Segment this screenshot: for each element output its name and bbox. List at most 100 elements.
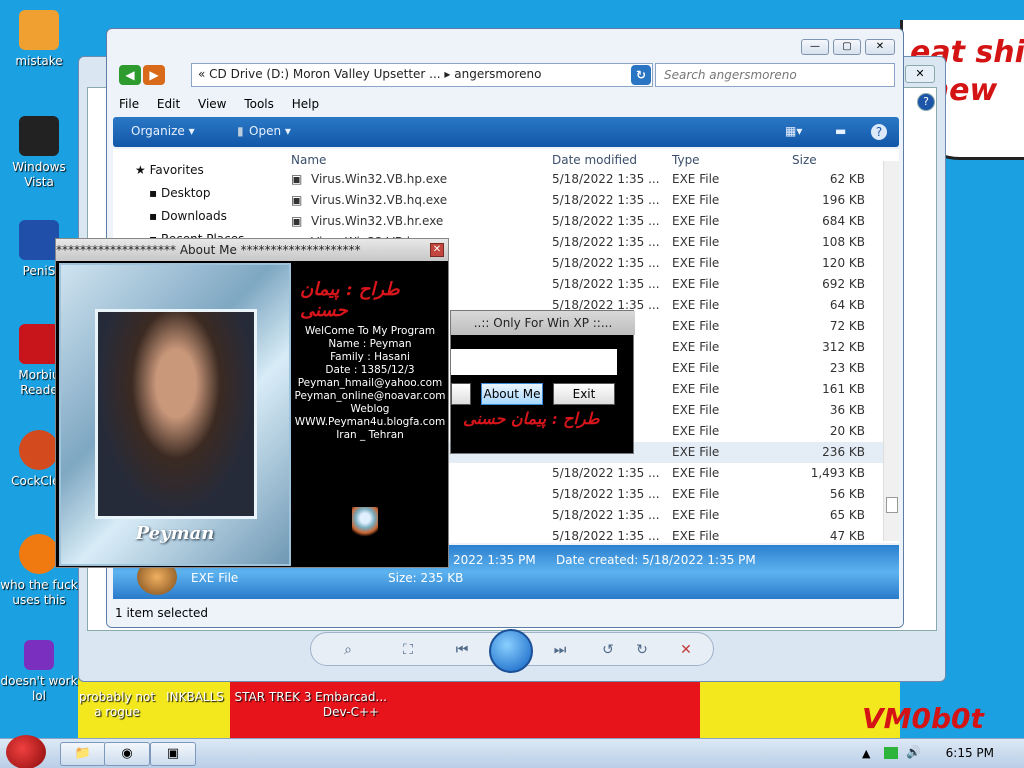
close-icon[interactable]: ✕ bbox=[430, 243, 444, 257]
row-date: 5/18/2022 1:35 ... bbox=[552, 235, 660, 249]
address-bar-row: ◀ ▶ « CD Drive (D:) Moron Valley Upsette… bbox=[119, 63, 895, 87]
table-row[interactable]: ▣ Virus.Win32.VB.hp.exe 5/18/2022 1:35 ...… bbox=[285, 169, 883, 190]
row-type: EXE File bbox=[672, 361, 720, 375]
tray-battery-icon[interactable] bbox=[884, 747, 898, 759]
desktop-icon-mistake[interactable]: mistake bbox=[0, 10, 78, 69]
info-line: Date : 1385/12/3 bbox=[325, 364, 415, 376]
profile-photo bbox=[95, 309, 257, 519]
row-type: EXE File bbox=[672, 193, 720, 207]
menu-view[interactable]: View bbox=[198, 97, 226, 111]
desktop-icon-dev-cpp[interactable]: Embarcad... Dev-C++ bbox=[312, 690, 390, 720]
column-size[interactable]: Size bbox=[792, 153, 817, 167]
details-size: Size: 235 KB bbox=[388, 571, 464, 585]
taskbar-window-icon[interactable]: ▣ bbox=[150, 742, 196, 766]
address-input[interactable]: « CD Drive (D:) Moron Valley Upsetter ..… bbox=[191, 63, 653, 87]
exit-button[interactable]: Exit bbox=[553, 383, 615, 405]
table-row[interactable]: ▣ Virus.Win32.VB.hr.exe 5/18/2022 1:35 ...… bbox=[285, 211, 883, 232]
actual-size-icon[interactable]: ⛶ bbox=[397, 640, 419, 660]
about-me-button[interactable]: About Me bbox=[481, 383, 543, 405]
open-button[interactable]: ▮ bbox=[237, 124, 244, 138]
menu-bar: File Edit View Tools Help bbox=[107, 95, 903, 117]
rotate-left-icon[interactable]: ↺ bbox=[597, 640, 619, 660]
back-arrow-icon[interactable]: ◀ bbox=[119, 65, 141, 85]
menu-edit[interactable]: Edit bbox=[157, 97, 180, 111]
help-icon[interactable]: ? bbox=[871, 124, 887, 140]
start-button[interactable] bbox=[6, 735, 46, 768]
nav-favorites[interactable]: ★ Favorites bbox=[135, 163, 204, 177]
desktop-icon-windows-vista[interactable]: Windows Vista bbox=[0, 116, 78, 190]
row-size: 65 KB bbox=[829, 508, 865, 522]
trash-bin-icon bbox=[19, 116, 59, 156]
organize-button[interactable]: Organize ▾ bbox=[131, 124, 195, 138]
row-date: 5/18/2022 1:35 ... bbox=[552, 487, 660, 501]
nav-desktop[interactable]: ▪ Desktop bbox=[149, 186, 210, 200]
maximize-button[interactable]: ▢ bbox=[833, 39, 861, 55]
info-line: WelCome To My Program bbox=[304, 325, 436, 337]
scrollbar-thumb[interactable] bbox=[886, 497, 898, 513]
row-date: 5/18/2022 1:35 ... bbox=[552, 508, 660, 522]
clock[interactable]: 6:15 PM bbox=[946, 746, 994, 760]
views-icon[interactable]: ▦▾ bbox=[785, 124, 802, 138]
menu-help[interactable]: Help bbox=[292, 97, 319, 111]
row-size: 47 KB bbox=[829, 529, 865, 543]
table-row[interactable]: ▣ Virus.Win32.VB.hq.exe 5/18/2022 1:35 ...… bbox=[285, 190, 883, 211]
row-date: 5/18/2022 1:35 ... bbox=[552, 172, 660, 186]
row-type: EXE File bbox=[672, 445, 720, 459]
forward-arrow-icon[interactable]: ▶ bbox=[143, 65, 165, 85]
row-size: 120 KB bbox=[822, 256, 865, 270]
row-type: EXE File bbox=[672, 235, 720, 249]
row-type: EXE File bbox=[672, 298, 720, 312]
refresh-icon[interactable]: ↻ bbox=[631, 65, 651, 85]
zoom-icon[interactable]: ⌕ bbox=[337, 640, 359, 660]
slideshow-button[interactable] bbox=[489, 629, 533, 673]
desktop-icon-inkballs[interactable]: INKBALLS bbox=[156, 690, 234, 705]
photoshop-icon bbox=[19, 220, 59, 260]
menu-file[interactable]: File bbox=[119, 97, 139, 111]
next-icon[interactable]: ⏭ bbox=[549, 640, 571, 660]
row-size: 236 KB bbox=[822, 445, 865, 459]
row-size: 36 KB bbox=[829, 403, 865, 417]
help-icon[interactable]: ? bbox=[917, 93, 935, 111]
search-input[interactable]: Search angersmoreno bbox=[655, 63, 895, 87]
preview-pane-icon[interactable]: ▬ bbox=[835, 124, 846, 138]
tray-volume-icon[interactable]: 🔊 bbox=[906, 745, 921, 759]
row-size: 684 KB bbox=[822, 214, 865, 228]
row-type: EXE File bbox=[672, 340, 720, 354]
delete-icon[interactable]: ✕ bbox=[675, 640, 697, 660]
desktop-icon-star-trek-3[interactable]: STAR TREK 3 bbox=[234, 690, 312, 705]
tray-show-hidden-icon[interactable]: ▲ bbox=[862, 747, 870, 760]
vertical-scrollbar[interactable] bbox=[883, 161, 899, 541]
column-name[interactable]: Name bbox=[291, 153, 326, 167]
close-button[interactable]: ✕ bbox=[865, 39, 895, 55]
taskbar-chrome-icon[interactable]: ◉ bbox=[104, 742, 150, 766]
row-date: 5/18/2022 1:35 ... bbox=[552, 466, 660, 480]
minimize-button[interactable]: — bbox=[801, 39, 829, 55]
xp-text-field[interactable] bbox=[451, 349, 617, 375]
open-button-label[interactable]: Open ▾ bbox=[249, 124, 291, 138]
row-file-icon: ▣ bbox=[291, 193, 303, 207]
row-date: 5/18/2022 1:35 ... bbox=[552, 277, 660, 291]
about-me-window: ******************** About Me **********… bbox=[55, 238, 449, 568]
info-line: Name : Peyman bbox=[328, 338, 412, 350]
row-type: EXE File bbox=[672, 319, 720, 333]
info-line: Iran _ Tehran bbox=[336, 429, 404, 441]
rotate-right-icon[interactable]: ↻ bbox=[631, 640, 653, 660]
row-type: EXE File bbox=[672, 256, 720, 270]
menu-tools[interactable]: Tools bbox=[244, 97, 274, 111]
xp-hidden-button[interactable] bbox=[451, 383, 471, 405]
about-signature: طراح : پیمان حسنی bbox=[300, 279, 400, 321]
desktop-icon-probably-not-a-rogue[interactable]: probably not a rogue bbox=[78, 690, 156, 720]
column-type[interactable]: Type bbox=[672, 153, 700, 167]
taskbar-explorer-icon[interactable]: 📁 bbox=[60, 742, 106, 766]
about-info: WelCome To My Program Name : Peyman Fami… bbox=[292, 325, 448, 442]
column-date-modified[interactable]: Date modified bbox=[552, 153, 637, 167]
row-size: 312 KB bbox=[822, 340, 865, 354]
viewer-close-button[interactable]: ✕ bbox=[905, 65, 935, 83]
row-size: 64 KB bbox=[829, 298, 865, 312]
row-name: Virus.Win32.VB.hq.exe bbox=[311, 193, 448, 207]
nav-downloads[interactable]: ▪ Downloads bbox=[149, 209, 227, 223]
previous-icon[interactable]: ⏮ bbox=[451, 640, 473, 660]
ccleaner-icon bbox=[19, 430, 59, 470]
row-size: 72 KB bbox=[829, 319, 865, 333]
desktop-icon-yahoo[interactable]: doesn't work lol bbox=[0, 640, 78, 704]
